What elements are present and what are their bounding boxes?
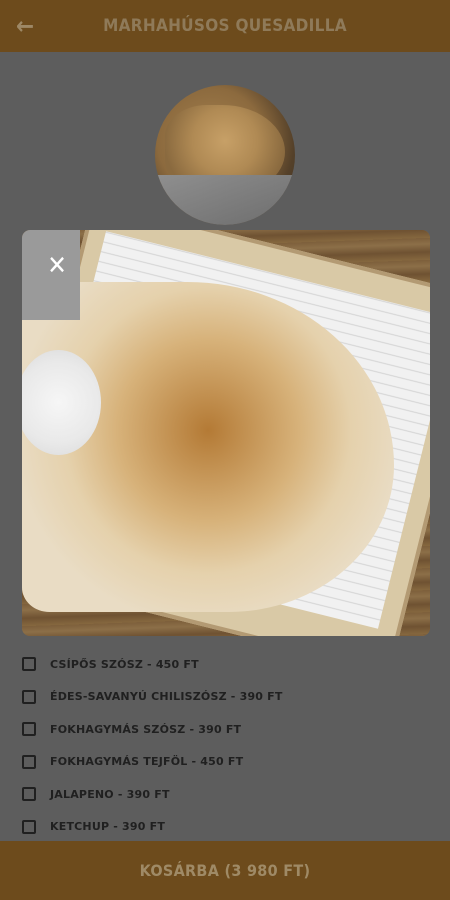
option-label: FOKHAGYMÁS SZÓSZ - 390 FT	[50, 722, 242, 736]
product-thumbnail[interactable]	[155, 85, 295, 225]
thumbnail-paper	[155, 175, 295, 225]
option-item[interactable]: JALAPENO - 390 FT	[22, 778, 442, 811]
checkbox[interactable]	[22, 689, 36, 704]
option-label: ÉDES-SAVANYÚ CHILISZÓSZ - 390 FT	[50, 690, 283, 704]
add-to-cart-button[interactable]: KOSÁRBA (3 980 FT)	[140, 861, 311, 880]
options-list: CSÍPŐS SZÓSZ - 450 FT ÉDES-SAVANYÚ CHILI…	[22, 648, 442, 843]
option-item[interactable]: FOKHAGYMÁS SZÓSZ - 390 FT	[22, 713, 442, 746]
option-label: FOKHAGYMÁS TEJFÖL - 450 FT	[50, 755, 244, 769]
page-title: MARHAHÚSOS QUESADILLA	[103, 16, 347, 36]
option-item[interactable]: FOKHAGYMÁS TEJFÖL - 450 FT	[22, 746, 442, 779]
option-item[interactable]: KETCHUP - 390 FT	[22, 811, 442, 844]
close-icon[interactable]: ✕	[40, 249, 74, 283]
checkbox[interactable]	[22, 819, 36, 834]
option-label: CSÍPŐS SZÓSZ - 450 FT	[50, 657, 199, 671]
checkbox[interactable]	[22, 722, 36, 737]
option-label: JALAPENO - 390 FT	[50, 787, 170, 801]
option-label: KETCHUP - 390 FT	[50, 820, 166, 834]
checkbox[interactable]	[22, 754, 36, 769]
image-preview-modal	[22, 230, 430, 636]
arrow-left-icon[interactable]: ←	[16, 14, 42, 38]
option-item[interactable]: ÉDES-SAVANYÚ CHILISZÓSZ - 390 FT	[22, 681, 442, 714]
checkbox[interactable]	[22, 657, 36, 672]
add-to-cart-bar[interactable]: KOSÁRBA (3 980 FT)	[0, 841, 450, 900]
checkbox[interactable]	[22, 787, 36, 802]
app-header: ← MARHAHÚSOS QUESADILLA	[0, 0, 450, 52]
option-item[interactable]: CSÍPŐS SZÓSZ - 450 FT	[22, 648, 442, 681]
